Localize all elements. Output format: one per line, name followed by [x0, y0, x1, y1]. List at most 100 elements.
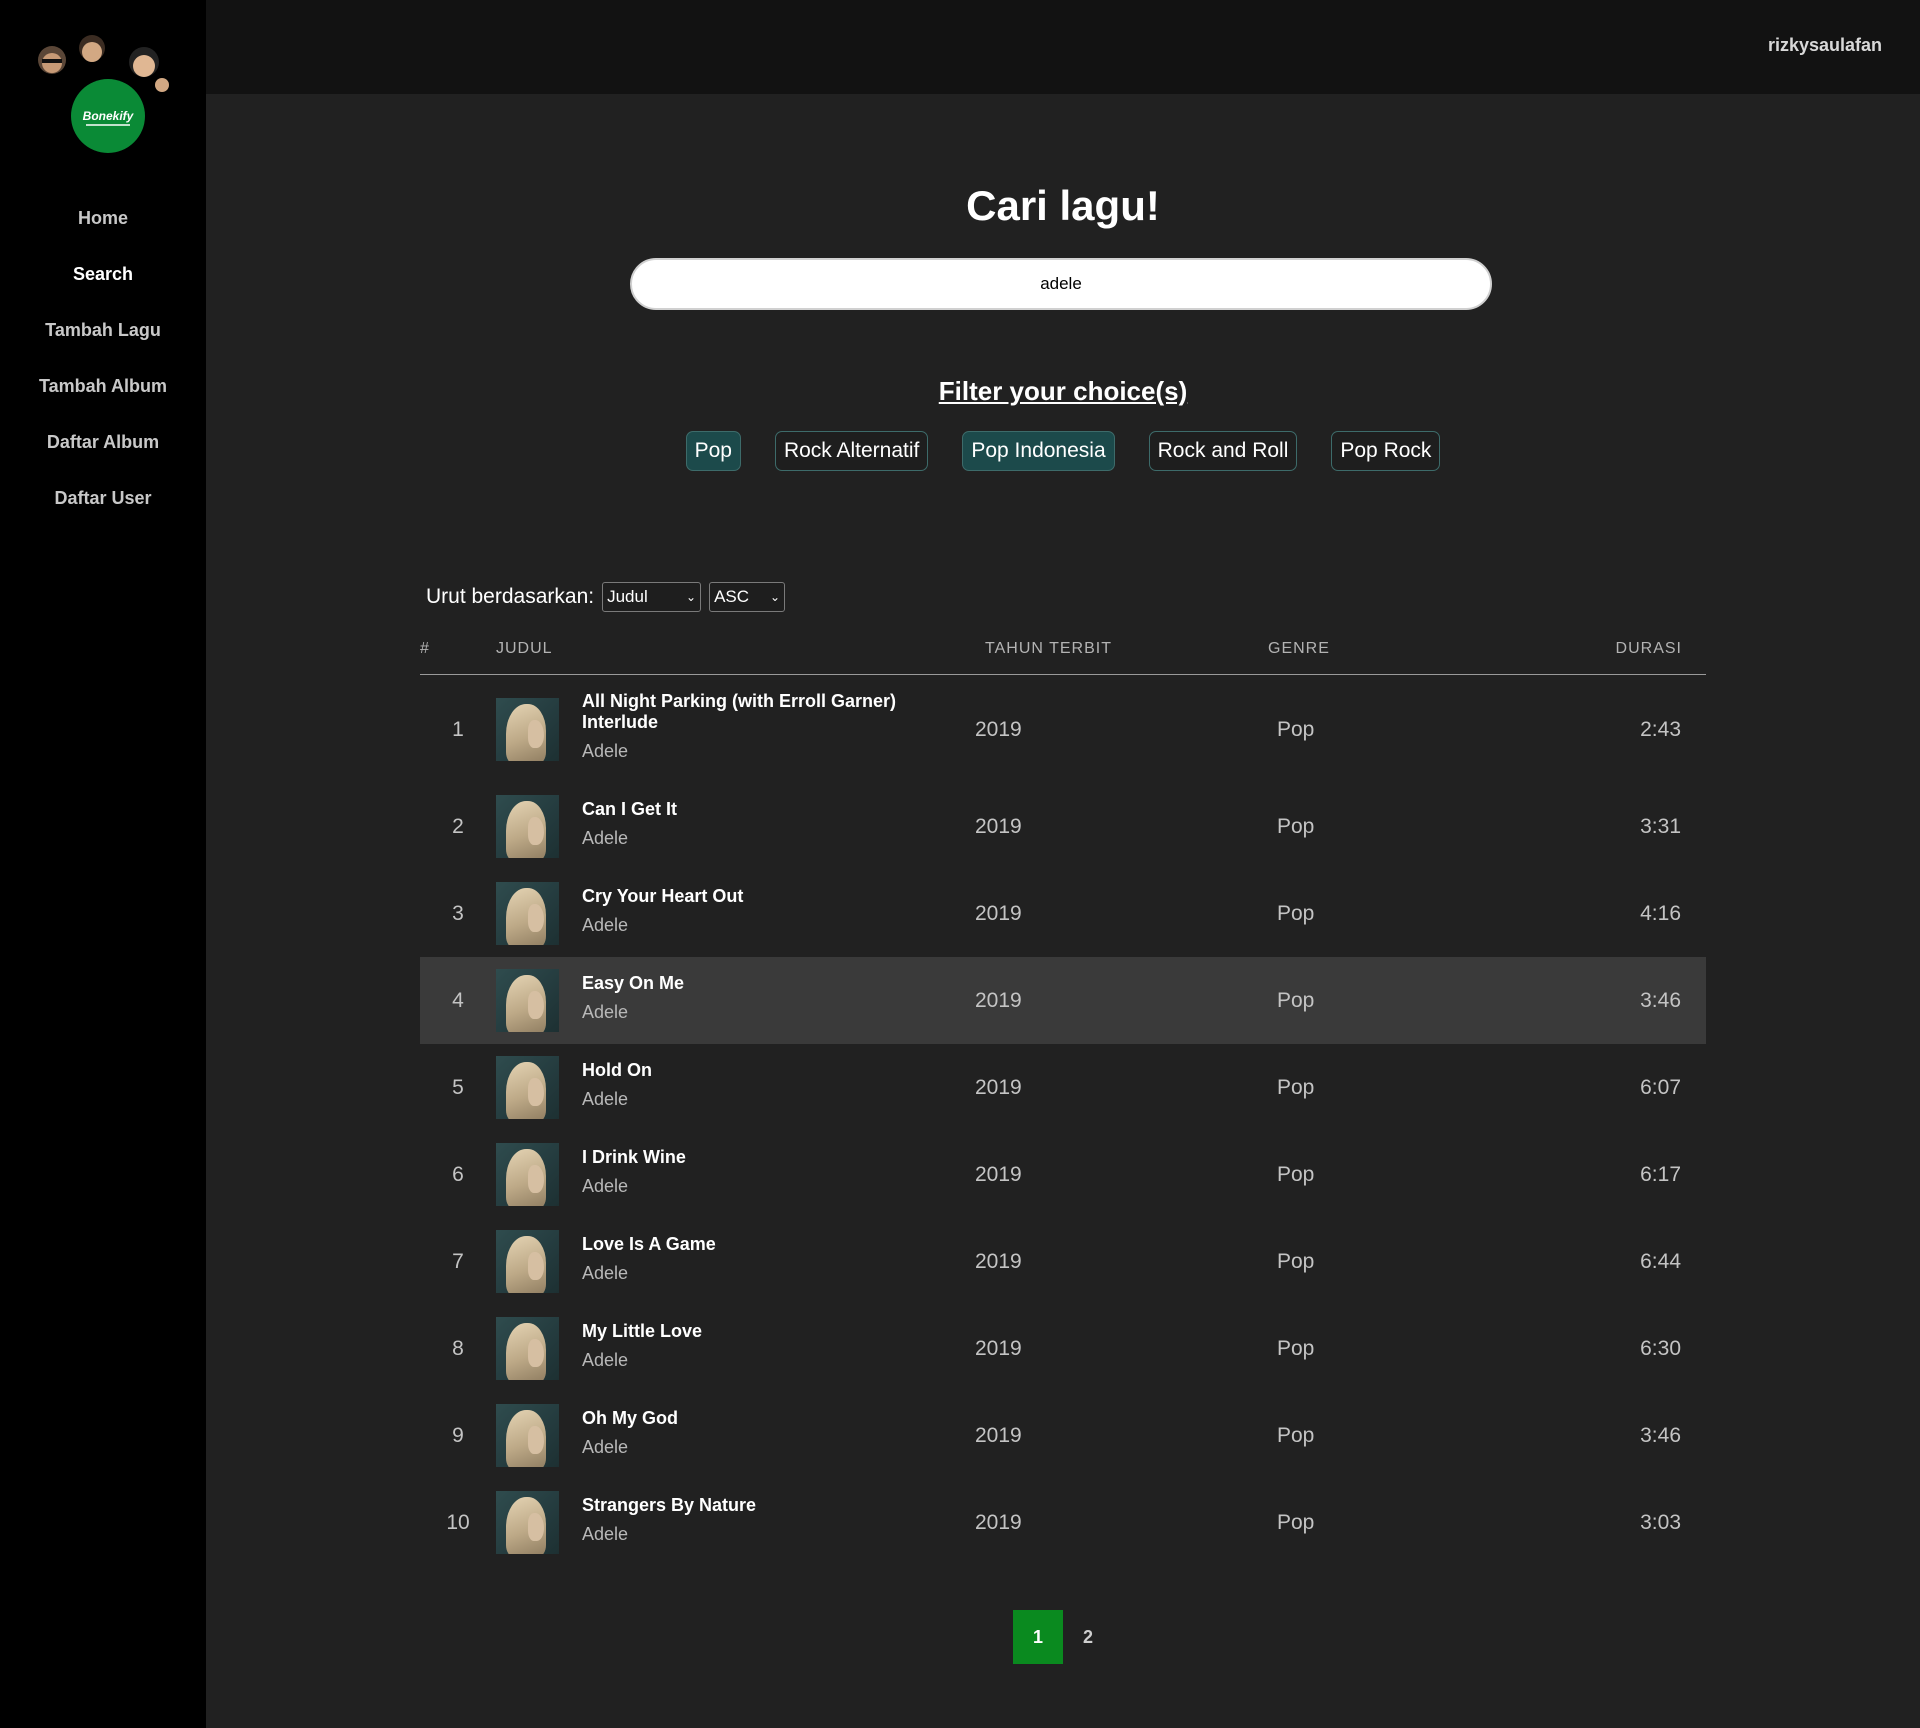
song-duration: 3:03 — [1640, 1510, 1681, 1534]
bonekify-logo[interactable]: Bonekify — [34, 30, 174, 160]
song-artist: Adele — [582, 1088, 629, 1109]
album-cover — [496, 1403, 559, 1467]
table-row[interactable]: 6 I Drink Wine Adele 2019 Pop 6:17 — [420, 1131, 1706, 1218]
song-artist: Adele — [582, 741, 629, 761]
table-row[interactable]: 1 All Night Parking (with Erroll Garner) … — [420, 677, 1706, 783]
song-title[interactable]: Cry Your Heart Out — [582, 886, 912, 907]
song-artist: Adele — [582, 1436, 629, 1457]
song-title[interactable]: My Little Love — [582, 1321, 912, 1342]
release-year: 2019 — [975, 1075, 1022, 1099]
row-number: 10 — [446, 1510, 470, 1534]
song-genre: Pop — [1277, 1336, 1315, 1360]
table-body: 1 All Night Parking (with Erroll Garner) … — [420, 677, 1706, 1566]
song-genre: Pop — [1277, 718, 1315, 741]
filter-chip-pop-indonesia[interactable]: Pop Indonesia — [962, 431, 1115, 471]
row-number: 5 — [452, 1075, 464, 1099]
table-row[interactable]: 9 Oh My God Adele 2019 Pop 3:46 — [420, 1392, 1706, 1479]
album-cover — [496, 698, 559, 761]
sort-order-select[interactable]: ASC ⌄ — [709, 582, 786, 612]
song-artist: Adele — [582, 827, 629, 848]
username[interactable]: rizkysaulafan — [1768, 35, 1882, 56]
song-info: My Little Love Adele — [582, 1321, 912, 1371]
page-button-1[interactable]: 1 — [1013, 1610, 1063, 1664]
table-row[interactable]: 5 Hold On Adele 2019 Pop 6:07 — [420, 1044, 1706, 1131]
album-cover — [496, 1142, 559, 1206]
sidebar-item-tambah-album[interactable]: Tambah Album — [0, 358, 206, 414]
row-number: 3 — [452, 901, 464, 925]
table-header: # JUDUL TAHUN TERBIT GENRE DURASI — [420, 624, 1706, 675]
sidebar: Bonekify Home Search Tambah Lagu Tambah … — [0, 0, 206, 1728]
album-cover — [496, 794, 559, 858]
album-cover — [496, 1229, 559, 1293]
table-row[interactable]: 10 Strangers By Nature Adele 2019 Pop 3:03 — [420, 1479, 1706, 1566]
genre-filter-chips: Pop Rock Alternatif Pop Indonesia Rock a… — [206, 431, 1920, 471]
header-title: JUDUL — [496, 640, 553, 657]
filter-chip-pop[interactable]: Pop — [685, 431, 741, 471]
sidebar-item-daftar-user[interactable]: Daftar User — [0, 470, 206, 526]
release-year: 2019 — [975, 814, 1022, 838]
header-duration: DURASI — [1615, 640, 1682, 657]
sidebar-item-daftar-album[interactable]: Daftar Album — [0, 414, 206, 470]
filter-title: Filter your choice(s) — [938, 376, 1188, 406]
songs-table: # JUDUL TAHUN TERBIT GENRE DURASI 1 All N… — [420, 624, 1706, 1566]
table-row[interactable]: 3 Cry Your Heart Out Adele 2019 Pop 4:16 — [420, 870, 1706, 957]
table-row[interactable]: 4 Easy On Me Adele 2019 Pop 3:46 — [420, 957, 1706, 1044]
song-duration: 3:46 — [1640, 1423, 1681, 1447]
release-year: 2019 — [975, 1249, 1022, 1273]
table-row[interactable]: 8 My Little Love Adele 2019 Pop 6:30 — [420, 1305, 1706, 1392]
song-artist: Adele — [582, 914, 629, 935]
release-year: 2019 — [975, 901, 1022, 925]
page-title: Cari lagu! — [966, 182, 1160, 229]
song-artist: Adele — [582, 1523, 629, 1544]
song-title[interactable]: Love Is A Game — [582, 1234, 912, 1255]
song-info: Love Is A Game Adele — [582, 1234, 912, 1284]
filter-chip-rock-alternatif[interactable]: Rock Alternatif — [774, 431, 929, 471]
song-artist: Adele — [582, 1175, 629, 1196]
song-genre: Pop — [1277, 1162, 1315, 1186]
row-number: 6 — [452, 1162, 464, 1186]
row-number: 7 — [452, 1249, 464, 1273]
search-input[interactable] — [630, 258, 1492, 310]
release-year: 2019 — [975, 1336, 1022, 1360]
sidebar-item-search[interactable]: Search — [0, 246, 206, 302]
sort-controls: Urut berdasarkan: Judul ⌄ ASC ⌄ — [426, 582, 786, 612]
row-number: 4 — [452, 988, 464, 1012]
song-genre: Pop — [1277, 1249, 1315, 1273]
song-title[interactable]: Hold On — [582, 1060, 912, 1081]
release-year: 2019 — [975, 988, 1022, 1012]
sort-field-value: Judul — [607, 587, 648, 606]
song-info: Cry Your Heart Out Adele — [582, 886, 912, 936]
header-year: TAHUN TERBIT — [985, 640, 1112, 657]
song-artist: Adele — [582, 1262, 629, 1283]
song-title[interactable]: Can I Get It — [582, 799, 912, 820]
song-genre: Pop — [1277, 988, 1315, 1012]
song-title[interactable]: Strangers By Nature — [582, 1495, 912, 1516]
page-button-2[interactable]: 2 — [1063, 1610, 1113, 1664]
song-duration: 3:46 — [1640, 988, 1681, 1012]
song-genre: Pop — [1277, 814, 1315, 838]
table-row[interactable]: 7 Love Is A Game Adele 2019 Pop 6:44 — [420, 1218, 1706, 1305]
song-genre: Pop — [1277, 1423, 1315, 1447]
album-cover — [496, 1490, 559, 1554]
song-title[interactable]: I Drink Wine — [582, 1147, 912, 1168]
song-genre: Pop — [1277, 1510, 1315, 1534]
song-duration: 3:31 — [1640, 814, 1681, 838]
song-title[interactable]: Easy On Me — [582, 973, 912, 994]
sort-label: Urut berdasarkan: — [426, 585, 595, 608]
filter-chip-pop-rock[interactable]: Pop Rock — [1331, 431, 1441, 471]
chevron-down-icon: ⌄ — [686, 590, 697, 604]
song-duration: 6:44 — [1640, 1249, 1681, 1273]
filter-chip-rock-and-roll[interactable]: Rock and Roll — [1148, 431, 1298, 471]
song-info: Easy On Me Adele — [582, 973, 912, 1023]
song-title[interactable]: Oh My God — [582, 1408, 912, 1429]
song-duration: 2:43 — [1640, 718, 1681, 741]
release-year: 2019 — [975, 1510, 1022, 1534]
album-cover — [496, 1055, 559, 1119]
top-bar: rizkysaulafan — [206, 0, 1920, 94]
song-title[interactable]: All Night Parking (with Erroll Garner) I… — [582, 691, 912, 733]
song-duration: 6:30 — [1640, 1336, 1681, 1360]
sidebar-item-home[interactable]: Home — [0, 190, 206, 246]
sidebar-item-tambah-lagu[interactable]: Tambah Lagu — [0, 302, 206, 358]
table-row[interactable]: 2 Can I Get It Adele 2019 Pop 3:31 — [420, 783, 1706, 870]
sort-field-select[interactable]: Judul ⌄ — [602, 582, 702, 612]
